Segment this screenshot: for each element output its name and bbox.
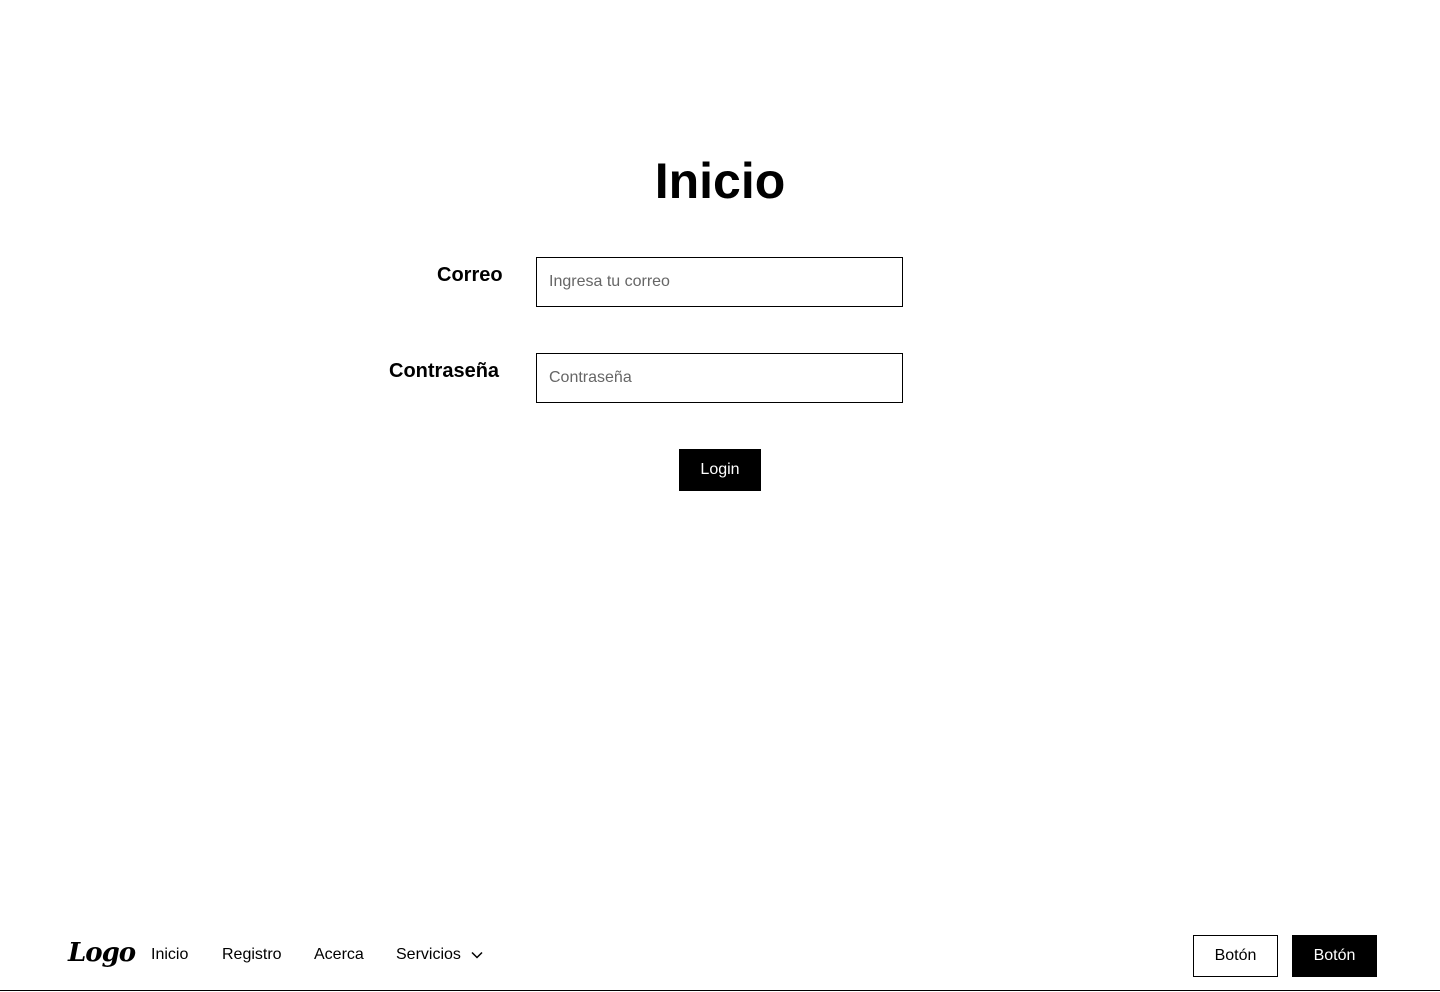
nav-link-inicio[interactable]: Inicio xyxy=(151,944,188,966)
chevron-down-icon xyxy=(471,951,483,959)
password-label: Contraseña xyxy=(389,360,500,382)
nav-link-acerca[interactable]: Acerca xyxy=(314,944,364,966)
login-button[interactable]: Login xyxy=(679,449,761,491)
password-field[interactable] xyxy=(536,353,903,403)
nav-link-registro[interactable]: Registro xyxy=(222,944,282,966)
logo[interactable]: Logo xyxy=(68,936,136,970)
page-title: Inicio xyxy=(654,153,786,209)
secondary-button[interactable]: Botón xyxy=(1193,935,1278,977)
footer-navbar: Logo Inicio Registro Acerca Servicios Bo… xyxy=(0,924,1440,991)
email-label: Correo xyxy=(437,264,503,286)
primary-button[interactable]: Botón xyxy=(1292,935,1377,977)
nav-dropdown-servicios[interactable]: Servicios xyxy=(396,944,484,966)
login-page: Inicio Correo Contraseña Login Logo Inic… xyxy=(0,0,1440,992)
nav-link-servicios-label: Servicios xyxy=(396,946,461,963)
email-field[interactable] xyxy=(536,257,903,307)
